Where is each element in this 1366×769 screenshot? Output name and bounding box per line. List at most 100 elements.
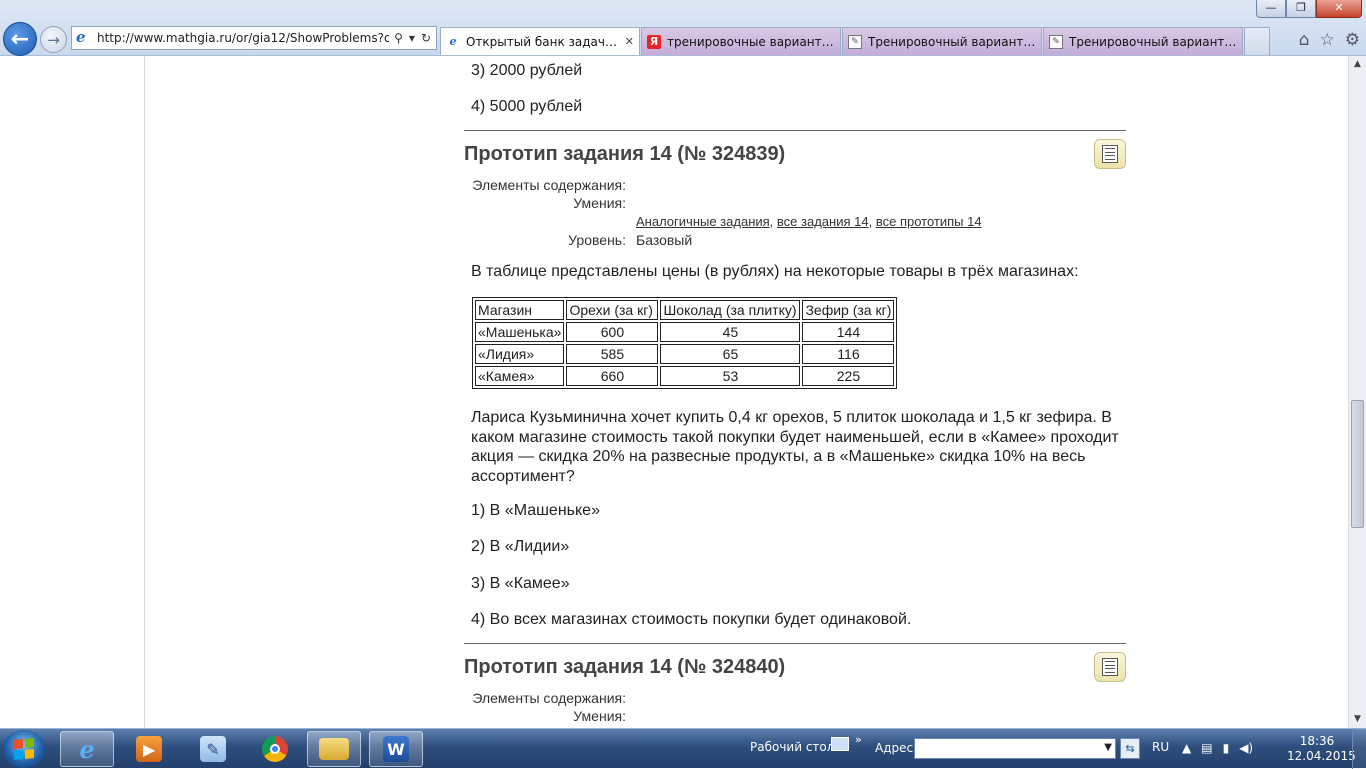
- document-icon: ✎: [848, 34, 862, 49]
- table-cell: 65: [660, 344, 801, 364]
- scroll-down-arrow[interactable]: ▼: [1349, 711, 1366, 728]
- skills-label: Умения:: [573, 195, 626, 211]
- taskbar-ie[interactable]: e: [60, 731, 114, 767]
- document-icon: ✎: [1049, 34, 1063, 49]
- tab-mathgia[interactable]: e Открытый банк задач ГИА... ✕: [440, 27, 640, 55]
- taskbar-explorer[interactable]: [307, 731, 361, 767]
- table-cell: 660: [566, 366, 659, 386]
- tab-variant-1[interactable]: ✎ Тренировочный вариант ОГЭ...: [842, 27, 1042, 55]
- table-row: «Камея» 660 53 225: [475, 366, 895, 386]
- table-header-row: Магазин Орехи (за кг) Шоколад (за плитку…: [475, 300, 895, 320]
- dropdown-icon[interactable]: ▾: [409, 31, 415, 45]
- table-row: «Машенька» 600 45 144: [475, 322, 895, 342]
- clock[interactable]: 18:36 12.04.2015: [1287, 734, 1356, 764]
- ie-tab-icon: e: [449, 35, 457, 48]
- address-bar[interactable]: e http://www.mathgia.ru/or/gia12/ShowPro…: [71, 26, 437, 50]
- tab-label: тренировочные варианты ог...: [667, 34, 835, 49]
- search-icon[interactable]: ⚲: [394, 31, 403, 45]
- taskbar-word[interactable]: W: [369, 731, 423, 767]
- skills-label: Умения:: [573, 708, 626, 724]
- table-header: Магазин: [475, 300, 565, 320]
- chrome-icon: [262, 736, 288, 762]
- desktop-toolbar-label[interactable]: Рабочий стол: [750, 740, 834, 754]
- level-label: Уровень:: [568, 232, 626, 248]
- new-tab-button[interactable]: [1244, 27, 1270, 55]
- chevron-down-icon[interactable]: ▼: [1104, 742, 1112, 753]
- show-desktop-button[interactable]: [1352, 729, 1366, 769]
- volume-icon[interactable]: ◀): [1239, 741, 1253, 755]
- taskbar-paint[interactable]: ✎: [186, 731, 240, 767]
- favorites-star-icon[interactable]: ☆: [1320, 30, 1335, 50]
- forward-arrow-icon: →: [47, 30, 60, 49]
- home-icon[interactable]: ⌂: [1299, 30, 1310, 50]
- table-header: Орехи (за кг): [566, 300, 659, 320]
- table-cell: 45: [660, 322, 801, 342]
- windows-taskbar: e ▶ ✎ W Рабочий стол » Адрес ▼ ⇆ RU ▲ ▤ …: [0, 728, 1366, 769]
- problem-title: Прототип задания 14 (№ 324840): [464, 656, 786, 678]
- close-button[interactable]: ✕: [1316, 0, 1362, 18]
- go-button[interactable]: ⇆: [1120, 738, 1140, 759]
- signal-icon[interactable]: ▮: [1223, 741, 1230, 755]
- similar-tasks-link[interactable]: Аналогичные задания: [636, 214, 770, 229]
- answer-option-4: 4) Во всех магазинах стоимость покупки б…: [471, 611, 912, 628]
- refresh-icon[interactable]: ↻: [421, 31, 431, 45]
- problem-title: Прототип задания 14 (№ 324839): [464, 143, 786, 165]
- yandex-icon: Я: [647, 34, 661, 49]
- answer-option-3: 3) В «Камее»: [471, 575, 570, 592]
- settings-gear-icon[interactable]: ⚙: [1345, 30, 1360, 50]
- chevron-icon[interactable]: »: [855, 733, 862, 746]
- paint-icon: ✎: [200, 736, 226, 762]
- table-cell: «Машенька»: [475, 322, 565, 342]
- table-cell: 144: [802, 322, 895, 342]
- taskbar-address-input[interactable]: ▼: [914, 738, 1116, 759]
- table-cell: 225: [802, 366, 895, 386]
- back-button[interactable]: ←: [3, 22, 37, 56]
- word-icon: W: [383, 736, 409, 762]
- minimize-button[interactable]: —: [1256, 0, 1286, 18]
- prev-answer-4: 4) 5000 рублей: [471, 98, 583, 115]
- prev-answer-3: 3) 2000 рублей: [471, 62, 583, 79]
- answer-option-1: 1) В «Машеньке»: [471, 502, 600, 519]
- tab-close-icon[interactable]: ✕: [625, 35, 634, 48]
- maximize-button[interactable]: ❐: [1286, 0, 1316, 18]
- clock-date: 12.04.2015: [1287, 749, 1356, 763]
- table-cell: 600: [566, 322, 659, 342]
- web-page: 3) 2000 рублей 4) 5000 рублей Прототип з…: [0, 56, 1348, 728]
- language-indicator[interactable]: RU: [1152, 740, 1169, 754]
- prices-table: Магазин Орехи (за кг) Шоколад (за плитку…: [472, 297, 898, 389]
- table-cell: «Камея»: [475, 366, 565, 386]
- table-header: Зефир (за кг): [802, 300, 895, 320]
- level-value: Базовый: [636, 232, 693, 248]
- taskbar-chrome[interactable]: [248, 731, 302, 767]
- notes-icon[interactable]: [1094, 652, 1126, 682]
- scrollbar-thumb[interactable]: [1351, 400, 1364, 528]
- taskbar-media-player[interactable]: ▶: [122, 731, 176, 767]
- browser-chrome: — ❐ ✕ ← → e http://www.mathgia.ru/or/gia…: [0, 0, 1366, 56]
- all-tasks-link[interactable]: все задания 14: [777, 214, 869, 229]
- internet-explorer-icon: e: [79, 734, 95, 764]
- vertical-scrollbar[interactable]: ▲ ▼: [1348, 56, 1366, 728]
- windows-logo-icon: [14, 737, 34, 761]
- desktop-icon[interactable]: [831, 737, 849, 751]
- ie-page-icon: e: [76, 28, 86, 46]
- address-url[interactable]: http://www.mathgia.ru/or/gia12/ShowProbl…: [97, 31, 389, 45]
- divider: [464, 130, 1126, 131]
- tab-label: Открытый банк задач ГИА...: [466, 34, 621, 49]
- tab-yandex[interactable]: Я тренировочные варианты ог...: [641, 27, 841, 55]
- all-prototypes-link[interactable]: все прототипы 14: [876, 214, 982, 229]
- scroll-up-arrow[interactable]: ▲: [1349, 56, 1366, 73]
- tab-label: Тренировочный вариант ОГЭ...: [1069, 34, 1237, 49]
- table-cell: 116: [802, 344, 895, 364]
- tab-label: Тренировочный вариант ОГЭ...: [868, 34, 1036, 49]
- forward-button[interactable]: →: [40, 26, 67, 53]
- system-tray: ▲ ▤ ▮ ◀): [1182, 741, 1253, 755]
- clock-time: 18:36: [1299, 734, 1335, 748]
- problem-question: Лариса Кузьминична хочет купить 0,4 кг о…: [471, 409, 1119, 485]
- tray-expand-icon[interactable]: ▲: [1182, 741, 1191, 755]
- start-button[interactable]: [3, 730, 45, 768]
- table-cell: «Лидия»: [475, 344, 565, 364]
- related-links: Аналогичные задания, все задания 14, все…: [636, 214, 982, 229]
- tab-variant-2[interactable]: ✎ Тренировочный вариант ОГЭ...: [1043, 27, 1243, 55]
- network-icon[interactable]: ▤: [1201, 741, 1212, 755]
- notes-icon[interactable]: [1094, 139, 1126, 169]
